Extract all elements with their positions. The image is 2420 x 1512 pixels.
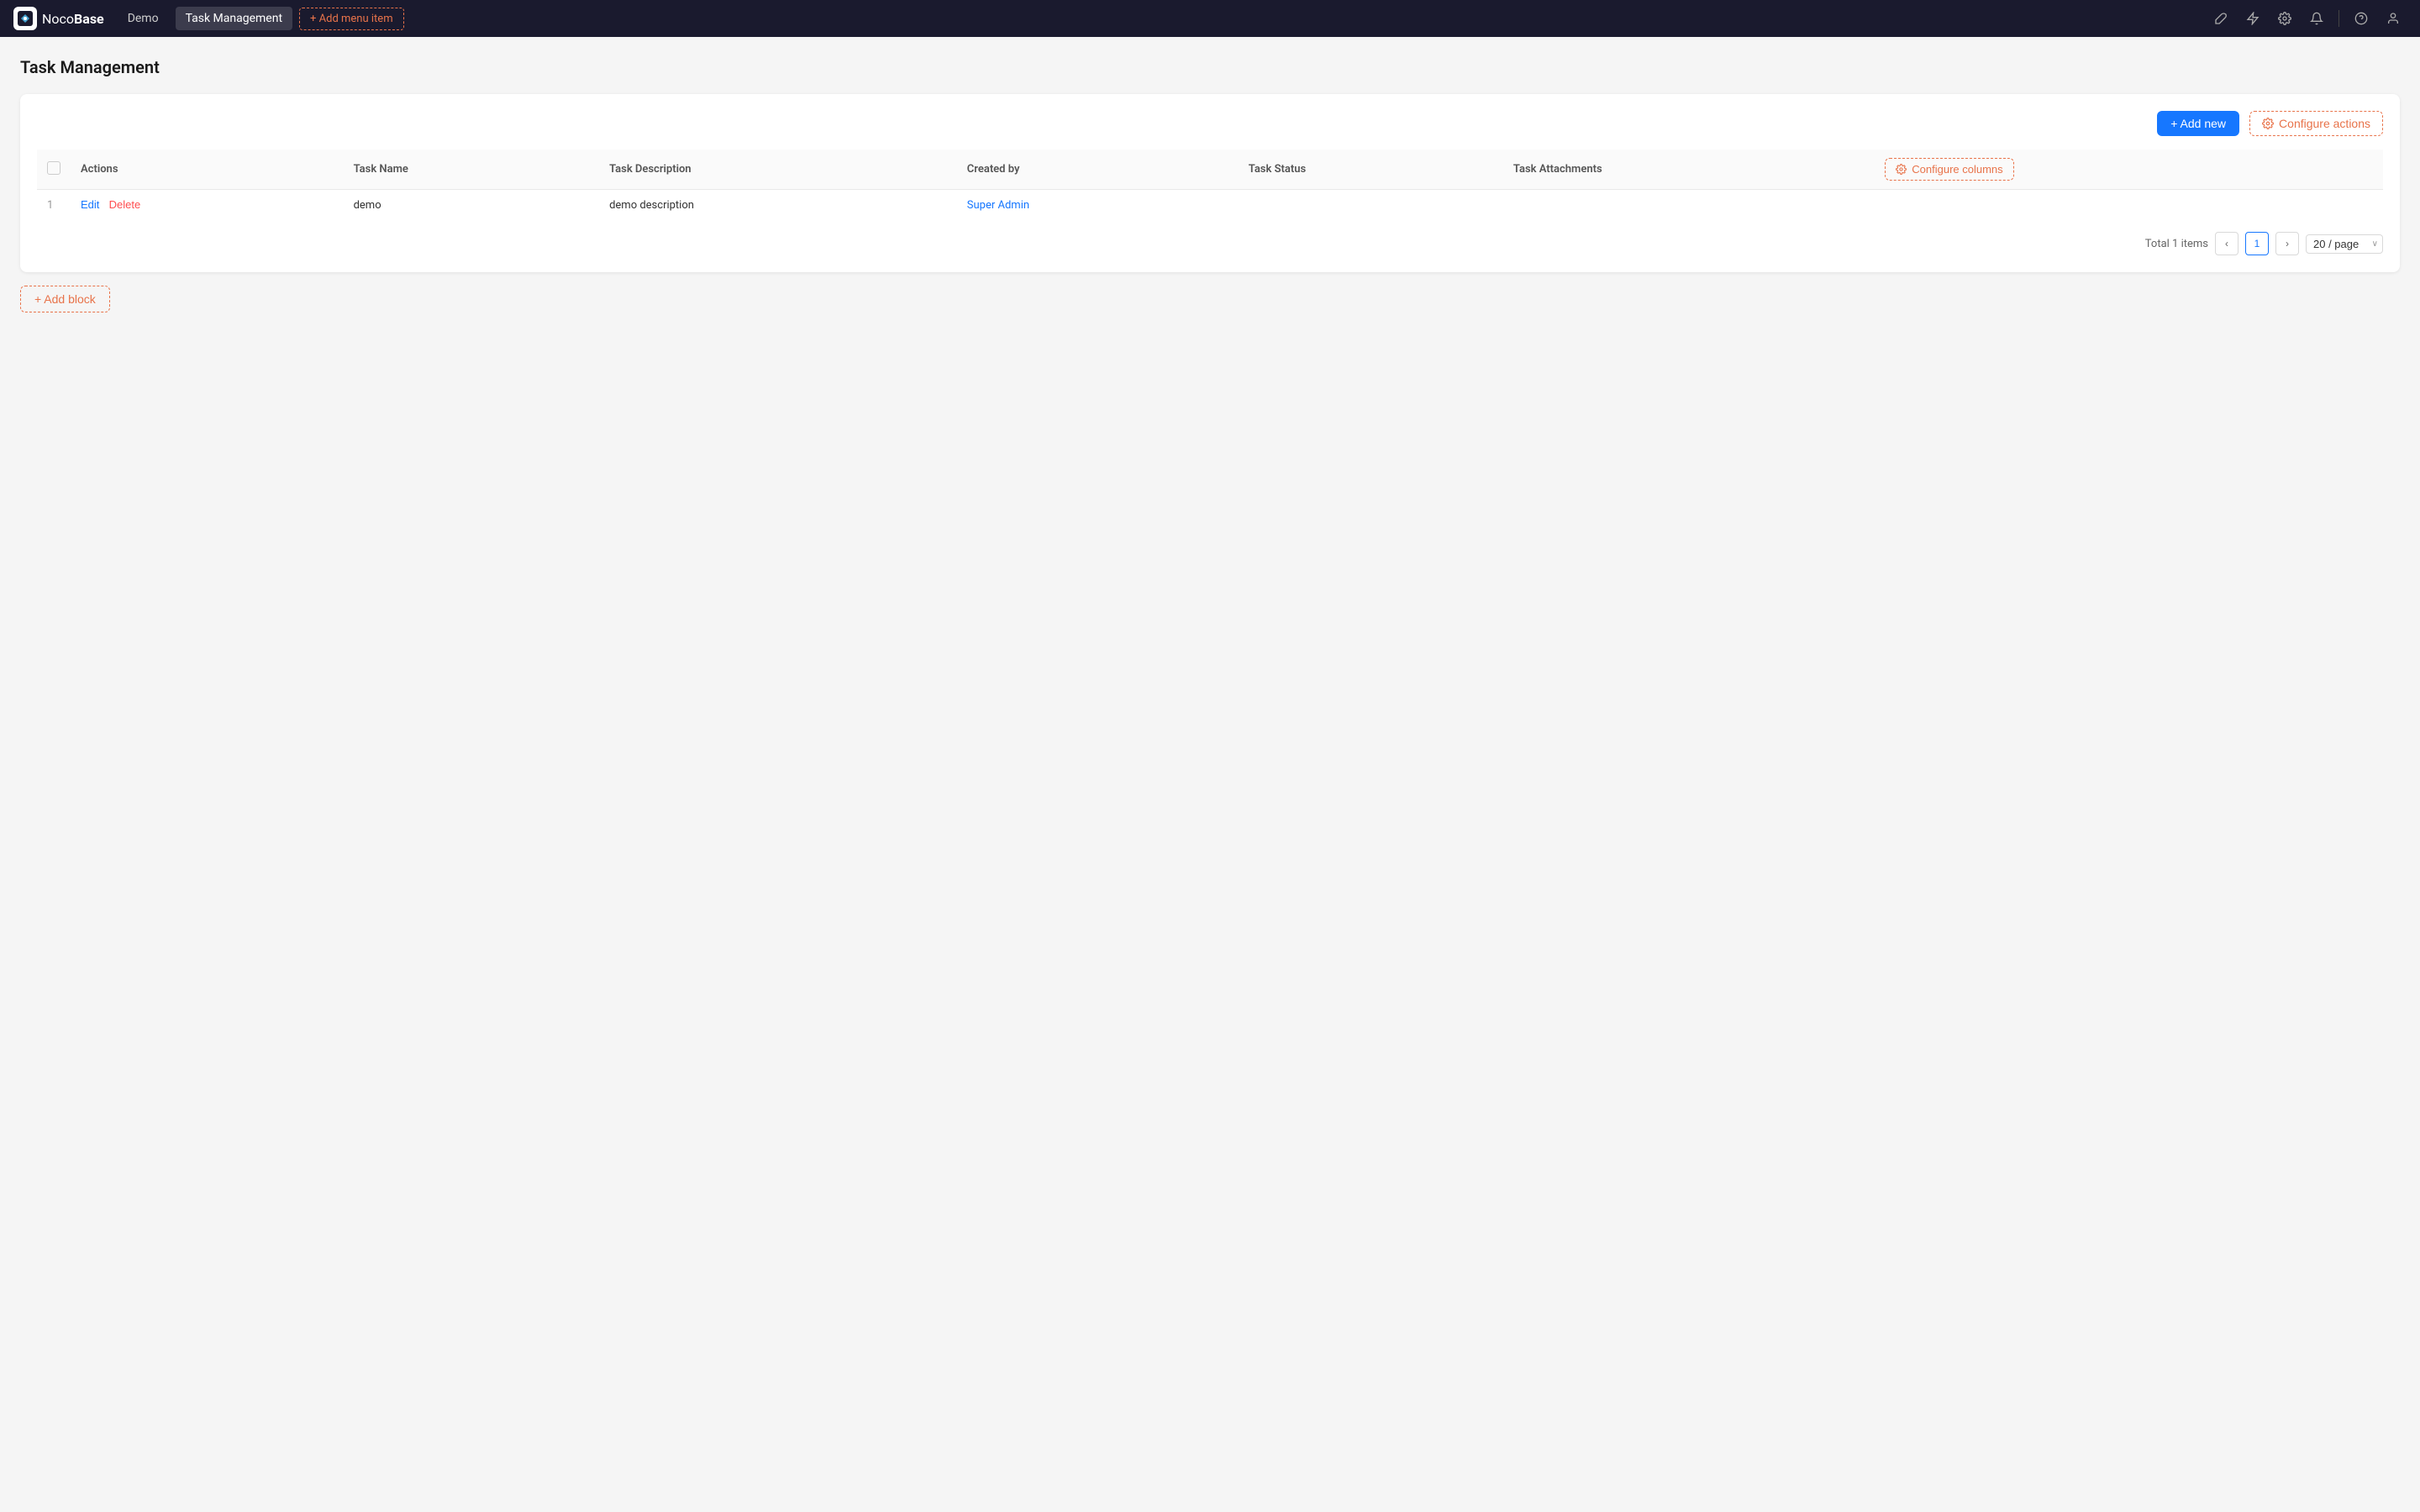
lightning-icon[interactable] — [2239, 5, 2266, 32]
col-header-created-by: Created by — [957, 150, 1239, 190]
pagination-bar: Total 1 items ‹ 1 › 20 / page 10 / page … — [37, 232, 2383, 255]
configure-actions-button[interactable]: Configure actions — [2249, 111, 2383, 136]
brush-icon[interactable] — [2207, 5, 2234, 32]
data-table: Actions Task Name Task Description Creat… — [37, 150, 2383, 220]
delete-button[interactable]: Delete — [109, 198, 141, 211]
prev-page-button[interactable]: ‹ — [2215, 232, 2238, 255]
configure-columns-icon — [1896, 164, 1907, 175]
per-page-wrapper: 20 / page 10 / page 50 / page 100 / page — [2306, 234, 2383, 254]
logo-icon — [13, 7, 37, 30]
user-icon[interactable] — [2380, 5, 2407, 32]
logo-text: NocoBase — [42, 11, 104, 27]
col-header-checkbox — [37, 150, 71, 190]
col-header-task-description: Task Description — [599, 150, 957, 190]
logo[interactable]: NocoBase — [13, 7, 104, 30]
select-all-checkbox[interactable] — [47, 161, 60, 175]
page-content: Task Management + Add new Configure acti… — [0, 37, 2420, 333]
edit-button[interactable]: Edit — [81, 198, 99, 211]
col-header-actions: Actions — [71, 150, 344, 190]
configure-columns-button[interactable]: Configure columns — [1885, 158, 2013, 181]
per-page-select[interactable]: 20 / page 10 / page 50 / page 100 / page — [2306, 234, 2383, 254]
col-header-configure-columns: Configure columns — [1875, 150, 2383, 190]
navbar-divider — [2338, 10, 2339, 27]
help-icon[interactable] — [2348, 5, 2375, 32]
row-task-attachments-cell — [1503, 190, 1875, 221]
page-title: Task Management — [20, 57, 2400, 77]
created-by-link[interactable]: Super Admin — [967, 199, 1029, 212]
table-row: 1 Edit Delete demo demo description Supe… — [37, 190, 2383, 221]
block-toolbar: + Add new Configure actions — [37, 111, 2383, 136]
bell-icon[interactable] — [2303, 5, 2330, 32]
table-header-row: Actions Task Name Task Description Creat… — [37, 150, 2383, 190]
add-new-button[interactable]: + Add new — [2157, 111, 2239, 136]
col-header-task-status: Task Status — [1239, 150, 1503, 190]
next-page-button[interactable]: › — [2275, 232, 2299, 255]
add-block-button[interactable]: + Add block — [20, 286, 110, 312]
row-task-status-cell — [1239, 190, 1503, 221]
configure-actions-icon — [2262, 118, 2274, 129]
page-1-button[interactable]: 1 — [2245, 232, 2269, 255]
row-extra-cell — [1875, 190, 2383, 221]
row-actions-cell: Edit Delete — [71, 190, 344, 221]
row-task-description-cell: demo description — [599, 190, 957, 221]
nav-item-demo[interactable]: Demo — [118, 7, 169, 30]
row-created-by-cell: Super Admin — [957, 190, 1239, 221]
row-checkbox-cell: 1 — [37, 190, 71, 221]
row-task-name-cell: demo — [344, 190, 599, 221]
settings-icon[interactable] — [2271, 5, 2298, 32]
navbar: NocoBase Demo Task Management + Add menu… — [0, 0, 2420, 37]
total-items-text: Total 1 items — [2145, 238, 2208, 250]
navbar-icons — [2207, 5, 2407, 32]
add-menu-item-button[interactable]: + Add menu item — [299, 8, 404, 30]
block-card: + Add new Configure actions Actions — [20, 94, 2400, 272]
nav-item-task-management[interactable]: Task Management — [176, 7, 292, 30]
col-header-task-attachments: Task Attachments — [1503, 150, 1875, 190]
col-header-task-name: Task Name — [344, 150, 599, 190]
